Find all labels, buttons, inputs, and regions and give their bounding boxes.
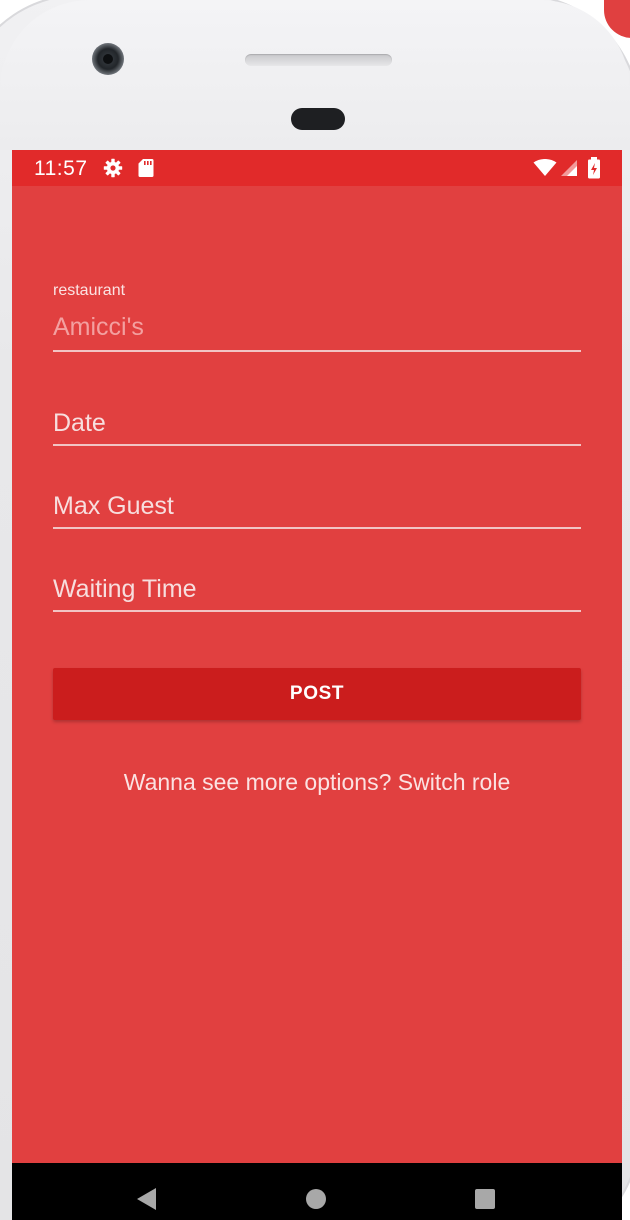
restaurant-underline xyxy=(53,350,581,352)
home-icon[interactable] xyxy=(306,1189,326,1209)
switch-role-link[interactable]: Wanna see more options? Switch role xyxy=(53,769,581,796)
front-camera xyxy=(92,43,124,75)
app-screen: 11:57 restaurant Amicci's Date Max Guest… xyxy=(12,150,622,1220)
recents-icon[interactable] xyxy=(475,1189,495,1209)
back-icon[interactable] xyxy=(136,1187,158,1211)
navigation-bar xyxy=(12,1163,622,1220)
post-button[interactable]: POST xyxy=(53,668,581,720)
restaurant-label: restaurant xyxy=(53,282,126,299)
sd-card-icon xyxy=(138,158,154,178)
proximity-sensor xyxy=(291,108,345,130)
battery-charging-icon xyxy=(587,157,601,179)
restaurant-field[interactable]: restaurant Amicci's xyxy=(53,282,581,354)
max-guest-input[interactable]: Max Guest xyxy=(53,492,581,521)
max-guest-underline xyxy=(53,527,581,529)
wifi-icon xyxy=(533,158,557,177)
waiting-time-input[interactable]: Waiting Time xyxy=(53,575,581,604)
status-bar: 11:57 xyxy=(12,150,622,186)
waiting-time-underline xyxy=(53,610,581,612)
cell-signal-icon xyxy=(560,159,578,177)
date-input[interactable]: Date xyxy=(53,409,581,438)
restaurant-value[interactable]: Amicci's xyxy=(53,313,581,342)
date-underline xyxy=(53,444,581,446)
earpiece-speaker xyxy=(245,54,392,66)
date-field[interactable]: Date xyxy=(53,409,581,449)
device-frame: 11:57 restaurant Amicci's Date Max Guest… xyxy=(0,0,630,1220)
max-guest-field[interactable]: Max Guest xyxy=(53,492,581,532)
waiting-time-field[interactable]: Waiting Time xyxy=(53,575,581,615)
gear-icon xyxy=(103,158,123,178)
status-time: 11:57 xyxy=(34,157,88,180)
